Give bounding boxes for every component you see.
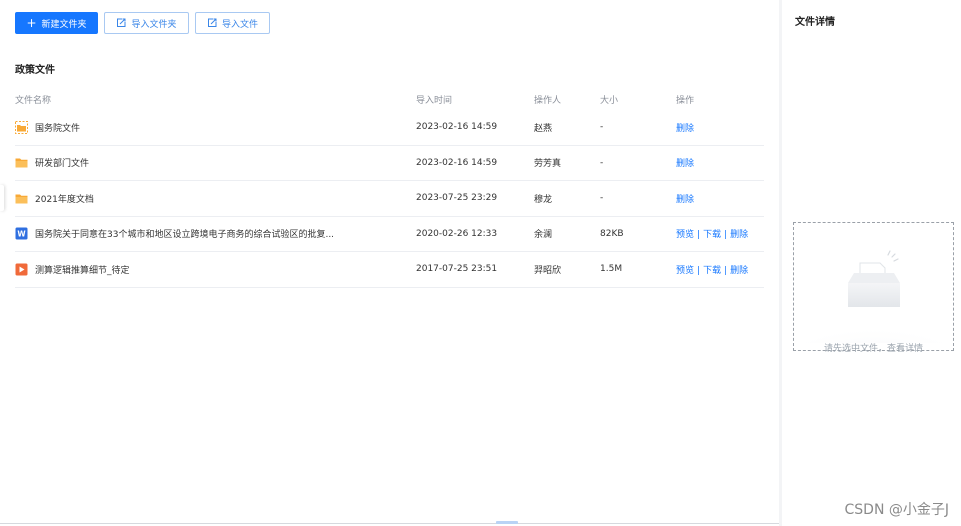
- preview-link[interactable]: 预览: [676, 266, 694, 276]
- file-name-cell: 2021年度文档: [15, 192, 416, 205]
- row-actions: 删除: [676, 121, 764, 134]
- download-link[interactable]: 下载: [703, 266, 721, 276]
- import-time: 2023-02-16 14:59: [416, 157, 498, 168]
- import-icon: [207, 18, 217, 28]
- import-icon: [116, 18, 126, 28]
- empty-state-text: 请先选中文件，查看详情: [823, 344, 923, 354]
- preview-link[interactable]: 预览: [676, 230, 694, 240]
- header-name: 文件名称: [15, 95, 52, 106]
- operator: 羿昭欣: [534, 265, 562, 276]
- row-actions: 删除: [676, 156, 764, 169]
- toolbar: + 新建文件夹 导入文件夹 导入文件: [15, 12, 270, 34]
- word-file-icon: W: [15, 227, 28, 240]
- new-folder-button[interactable]: + 新建文件夹: [15, 12, 98, 34]
- file-size: 1.5M: [600, 264, 623, 275]
- folder-icon: [15, 156, 28, 169]
- action-separator: |: [697, 265, 701, 276]
- delete-link[interactable]: 删除: [730, 230, 748, 240]
- operator: 赵燕: [534, 123, 553, 134]
- import-time: 2023-07-25 23:29: [416, 193, 498, 204]
- ppt-file-icon: [15, 263, 28, 276]
- plus-icon: +: [26, 15, 37, 30]
- table-header: 文件名称 导入时间 操作人 大小 操作: [15, 88, 764, 110]
- svg-text:W: W: [17, 230, 26, 239]
- file-name[interactable]: 2021年度文档: [35, 192, 94, 205]
- table-row[interactable]: W 国务院关于同意在33个城市和地区设立跨境电子商务的综合试验区的批复... 2…: [15, 217, 764, 252]
- import-time: 2023-02-16 14:59: [416, 122, 498, 133]
- row-actions: 预览 | 下载 | 删除: [676, 263, 764, 276]
- file-name[interactable]: 国务院文件: [35, 121, 80, 134]
- file-list-area: + 新建文件夹 导入文件夹 导入文件 政策文件 文件名称 导入时间 操作人 大小…: [0, 0, 779, 526]
- table-row[interactable]: 研发部门文件 2023-02-16 14:59 劳芳真 - 删除: [15, 146, 764, 181]
- detail-panel: 文件详情 请先选中文件，查看详情 CSDN @小金子J: [782, 0, 961, 526]
- new-folder-label: 新建文件夹: [41, 19, 87, 30]
- file-size: -: [600, 193, 604, 204]
- delete-link[interactable]: 删除: [676, 195, 694, 205]
- action-separator: |: [697, 230, 701, 241]
- file-name-cell: 国务院文件: [15, 120, 416, 134]
- file-size: 82KB: [600, 228, 624, 239]
- operator: 穆龙: [534, 194, 553, 205]
- file-size: -: [600, 157, 604, 168]
- import-time: 2017-07-25 23:51: [416, 264, 498, 275]
- import-file-button[interactable]: 导入文件: [195, 12, 270, 34]
- watermark: CSDN @小金子J: [844, 502, 950, 518]
- folder-icon: [15, 192, 28, 205]
- file-name-cell: 测算逻辑推算细节_待定: [15, 263, 416, 276]
- file-name[interactable]: 测算逻辑推算细节_待定: [35, 263, 130, 276]
- empty-state: 请先选中文件，查看详情: [793, 222, 954, 368]
- import-file-label: 导入文件: [221, 19, 258, 30]
- file-table: 文件名称 导入时间 操作人 大小 操作 国务院文件 2023-02-16 14:…: [15, 88, 764, 288]
- import-folder-button[interactable]: 导入文件夹: [104, 12, 189, 34]
- folder-selected-icon: [15, 120, 28, 134]
- action-separator: |: [724, 265, 728, 276]
- row-actions: 预览 | 下载 | 删除: [676, 227, 764, 240]
- header-operator: 操作人: [534, 95, 562, 106]
- operator: 余澜: [534, 230, 553, 241]
- divider: [0, 523, 779, 524]
- header-actions: 操作: [676, 95, 695, 106]
- table-row[interactable]: 国务院文件 2023-02-16 14:59 赵燕 - 删除: [15, 110, 764, 146]
- file-name[interactable]: 研发部门文件: [35, 156, 89, 169]
- section-title: 政策文件: [15, 65, 55, 76]
- file-name-cell: W 国务院关于同意在33个城市和地区设立跨境电子商务的综合试验区的批复...: [15, 227, 416, 240]
- import-folder-label: 导入文件夹: [131, 19, 177, 30]
- resize-handle[interactable]: [496, 521, 518, 524]
- file-name[interactable]: 国务院关于同意在33个城市和地区设立跨境电子商务的综合试验区的批复...: [35, 227, 334, 240]
- empty-box-illustration-icon: [799, 243, 949, 368]
- delete-link[interactable]: 删除: [676, 124, 694, 134]
- file-size: -: [600, 122, 604, 133]
- file-name-cell: 研发部门文件: [15, 156, 416, 169]
- delete-link[interactable]: 删除: [730, 266, 748, 276]
- table-row[interactable]: 2021年度文档 2023-07-25 23:29 穆龙 - 删除: [15, 181, 764, 217]
- panel-title: 文件详情: [795, 17, 835, 28]
- download-link[interactable]: 下载: [703, 230, 721, 240]
- row-actions: 删除: [676, 192, 764, 205]
- header-time: 导入时间: [416, 95, 453, 106]
- delete-link[interactable]: 删除: [676, 159, 694, 169]
- header-size: 大小: [600, 95, 619, 106]
- action-separator: |: [724, 230, 728, 241]
- operator: 劳芳真: [534, 159, 562, 170]
- sidebar-toggle-handle[interactable]: [0, 185, 4, 211]
- import-time: 2020-02-26 12:33: [416, 228, 498, 239]
- table-row[interactable]: 测算逻辑推算细节_待定 2017-07-25 23:51 羿昭欣 1.5M 预览…: [15, 252, 764, 288]
